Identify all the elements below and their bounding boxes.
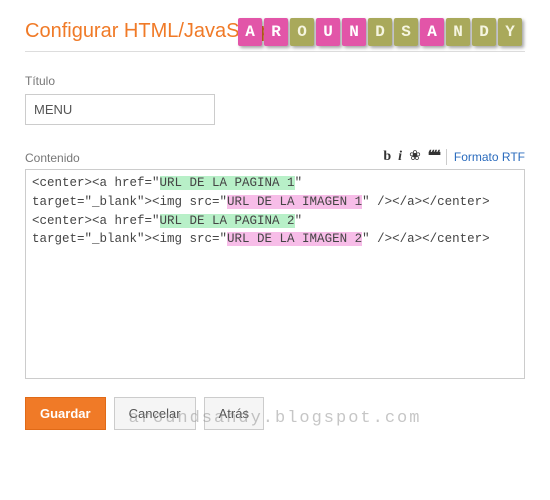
- logo-tile: D: [472, 18, 496, 46]
- button-row: Guardar Cancelar Atrás: [25, 397, 525, 430]
- code-text: <center><a href=": [32, 176, 160, 190]
- code-highlight: URL DE LA PAGINA 2: [160, 214, 295, 228]
- title-label: Título: [25, 74, 525, 88]
- logo-tile: Y: [498, 18, 522, 46]
- code-text: target="_blank"><img src=": [32, 195, 227, 209]
- logo-tile: A: [238, 18, 262, 46]
- code-text: ": [295, 176, 303, 190]
- code-highlight: URL DE LA PAGINA 1: [160, 176, 295, 190]
- logo-tile: U: [316, 18, 340, 46]
- quote-icon[interactable]: ❝❝: [428, 150, 439, 164]
- back-button[interactable]: Atrás: [204, 397, 264, 430]
- bold-icon[interactable]: b: [383, 150, 391, 164]
- code-text: target="_blank"><img src=": [32, 232, 227, 246]
- cancel-button[interactable]: Cancelar: [114, 397, 196, 430]
- link-icon[interactable]: ❀: [409, 150, 421, 164]
- code-text: ": [295, 214, 303, 228]
- divider-line: [25, 51, 525, 52]
- code-text: " /></a></center>: [362, 232, 490, 246]
- content-label: Contenido: [25, 151, 80, 165]
- rtf-format-link[interactable]: Formato RTF: [454, 150, 525, 164]
- code-text: <center><a href=": [32, 214, 160, 228]
- content-textarea[interactable]: <center><a href="URL DE LA PAGINA 1" tar…: [25, 169, 525, 379]
- logo-overlay: AROUNDSANDY: [238, 18, 522, 46]
- code-highlight: URL DE LA IMAGEN 2: [227, 232, 362, 246]
- logo-tile: D: [368, 18, 392, 46]
- logo-tile: O: [290, 18, 314, 46]
- title-input[interactable]: [25, 94, 215, 125]
- logo-tile: N: [342, 18, 366, 46]
- code-highlight: URL DE LA IMAGEN 1: [227, 195, 362, 209]
- logo-tile: A: [420, 18, 444, 46]
- editor-toolbar: b i ❀ ❝❝ Formato RTF: [383, 149, 525, 165]
- code-text: " /></a></center>: [362, 195, 490, 209]
- logo-tile: S: [394, 18, 418, 46]
- logo-tile: R: [264, 18, 288, 46]
- save-button[interactable]: Guardar: [25, 397, 106, 430]
- logo-tile: N: [446, 18, 470, 46]
- italic-icon[interactable]: i: [398, 150, 402, 164]
- toolbar-divider: [446, 149, 447, 165]
